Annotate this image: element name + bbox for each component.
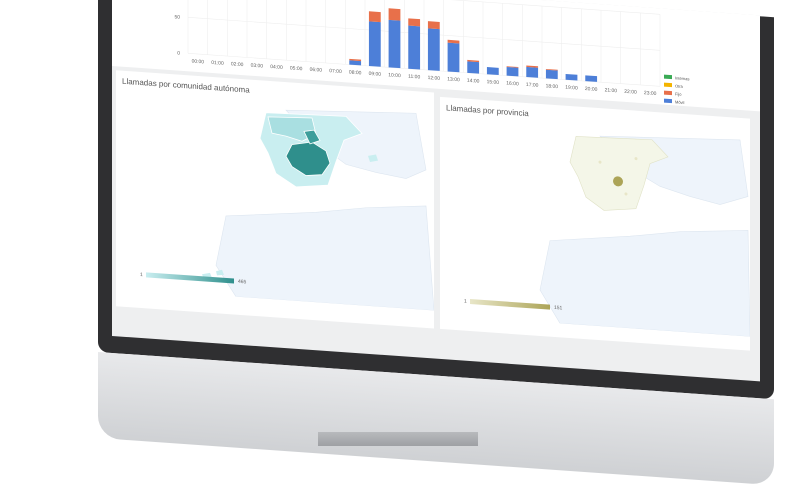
ccaa-scale-max: 465 <box>238 278 247 286</box>
bar-móvil-18:00[interactable] <box>545 69 558 80</box>
x-tick-label: 19:00 <box>565 85 578 92</box>
bar-móvil-15:00[interactable] <box>486 67 499 76</box>
bar-móvil-19:00[interactable] <box>565 73 578 81</box>
legend-label: Móvil <box>675 98 685 105</box>
bar-fijo-12:00[interactable] <box>427 21 440 30</box>
y-tick-label: 0 <box>177 51 180 57</box>
legend-swatch <box>664 74 672 80</box>
x-tick-label: 20:00 <box>585 86 598 93</box>
y-tick-label: 50 <box>174 14 180 20</box>
legend-label: Otra <box>675 82 683 89</box>
bar-móvil-12:00[interactable] <box>427 28 440 71</box>
bar-móvil-13:00[interactable] <box>447 42 460 73</box>
bar-móvil-09:00[interactable] <box>368 21 381 67</box>
bar-fijo-11:00[interactable] <box>408 18 421 27</box>
x-tick-label: 21:00 <box>605 87 618 94</box>
province-scale-min: 1 <box>464 298 467 305</box>
bar-móvil-14:00[interactable] <box>467 61 480 74</box>
bar-móvil-16:00[interactable] <box>506 66 519 77</box>
africa-landmass <box>215 205 434 311</box>
x-tick-label: 07:00 <box>329 68 342 75</box>
bar-fijo-09:00[interactable] <box>368 11 381 23</box>
bar-móvil-17:00[interactable] <box>526 66 539 78</box>
x-tick-label: 14:00 <box>467 78 480 85</box>
bar-móvil-11:00[interactable] <box>408 25 421 70</box>
x-tick-label: 18:00 <box>546 83 559 90</box>
x-tick-label: 01:00 <box>211 60 224 67</box>
ccaa-map-panel: Llamadas por comunidad autónoma 1 465 <box>116 70 434 329</box>
province-map-panel: Llamadas por provincia 1 151 <box>440 96 750 351</box>
x-tick-label: 02:00 <box>231 61 244 68</box>
x-tick-label: 06:00 <box>310 67 323 74</box>
legend-swatch <box>664 98 672 104</box>
bar-móvil-10:00[interactable] <box>388 19 401 69</box>
x-tick-label: 15:00 <box>487 79 500 86</box>
legend-label: Fijo <box>675 90 682 97</box>
legend-item[interactable]: Móvil <box>664 97 689 107</box>
x-tick-label: 22:00 <box>624 89 637 96</box>
x-tick-label: 12:00 <box>428 75 441 82</box>
x-tick-label: 11:00 <box>408 74 420 81</box>
dashboard-screen: 10050000:0001:0002:0003:0004:0005:0006:0… <box>112 0 760 382</box>
x-tick-label: 17:00 <box>526 82 539 89</box>
legend-swatch <box>664 90 672 96</box>
bar-fijo-10:00[interactable] <box>388 8 401 21</box>
legend-swatch <box>664 82 672 88</box>
x-tick-label: 13:00 <box>447 76 460 83</box>
x-tick-label: 08:00 <box>349 70 362 77</box>
ccaa-scale-min: 1 <box>140 271 143 279</box>
x-tick-label: 23:00 <box>644 90 657 97</box>
x-tick-label: 09:00 <box>369 71 382 78</box>
x-tick-label: 05:00 <box>290 65 303 72</box>
x-tick-label: 03:00 <box>251 63 264 70</box>
x-tick-label: 04:00 <box>270 64 283 71</box>
africa-landmass <box>539 230 750 337</box>
x-tick-label: 16:00 <box>506 81 519 88</box>
x-tick-label: 00:00 <box>192 59 205 66</box>
x-tick-label: 10:00 <box>388 72 401 79</box>
chart-legend: Internas Otra Fijo Móvil <box>664 73 689 107</box>
province-scale-max: 151 <box>554 304 563 312</box>
legend-label: Internas <box>675 74 690 81</box>
bar-móvil-20:00[interactable] <box>585 75 598 82</box>
bar-móvil-08:00[interactable] <box>349 60 362 66</box>
